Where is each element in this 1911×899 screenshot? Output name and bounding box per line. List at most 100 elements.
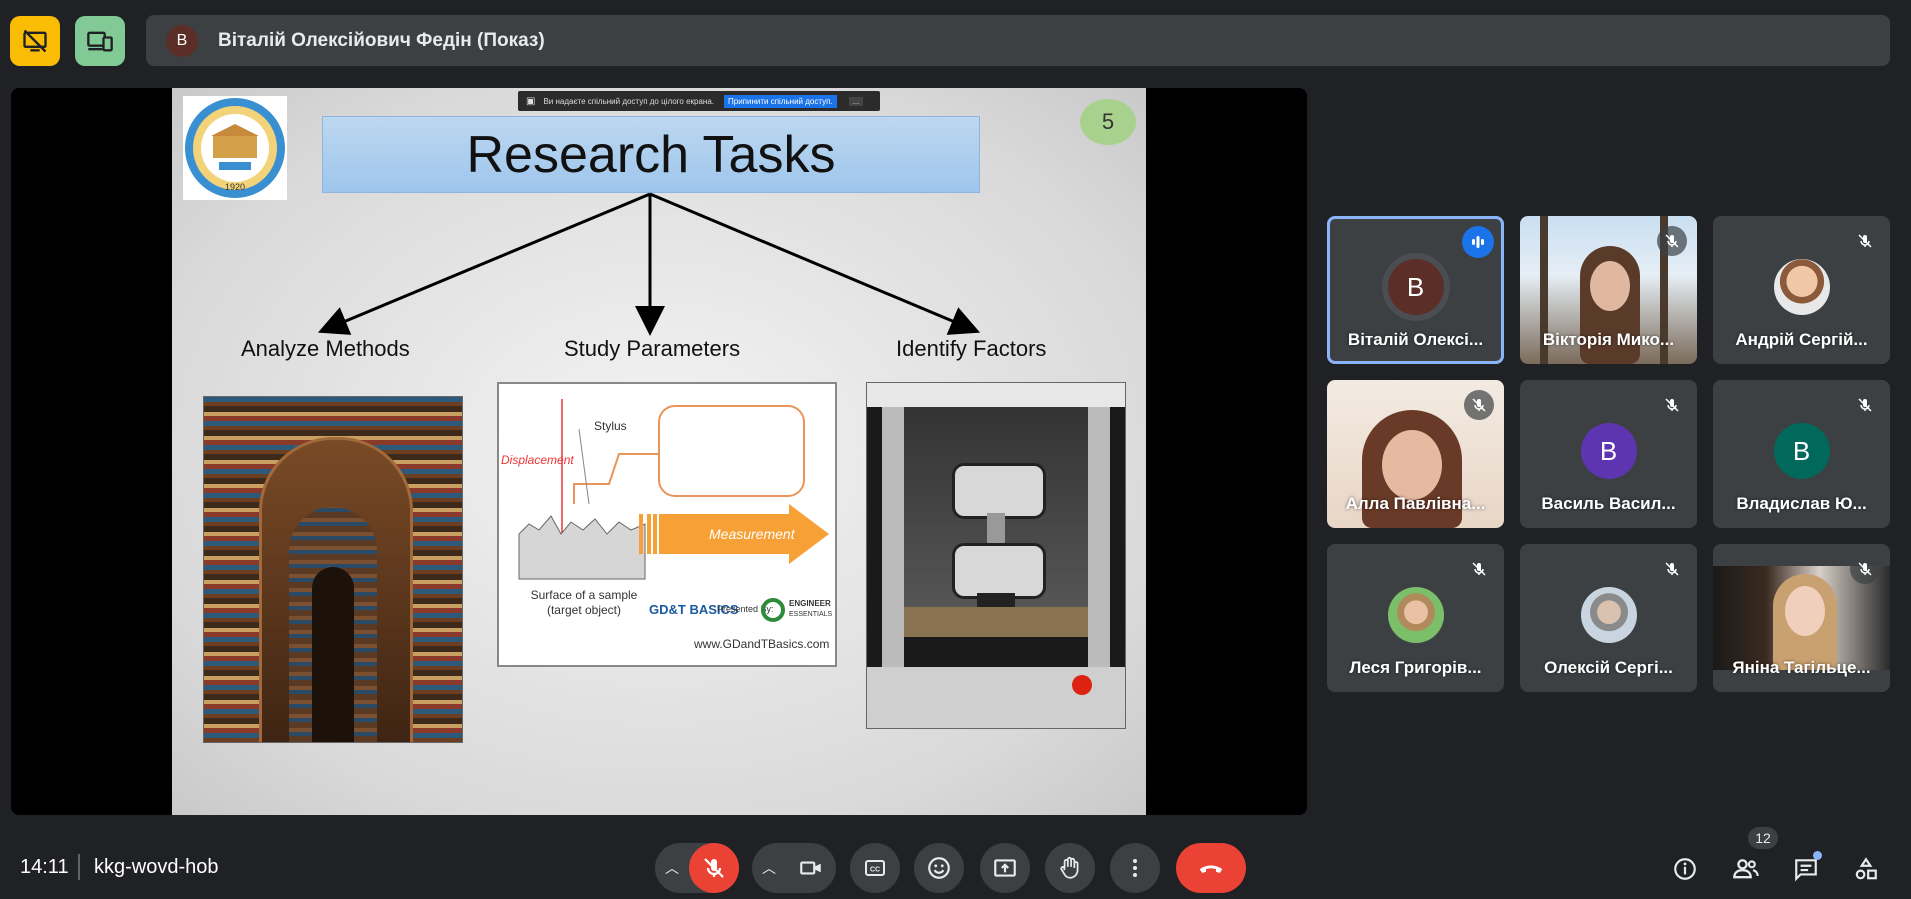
chat-icon <box>1795 859 1817 882</box>
chevron-up-icon: ︿ <box>665 860 679 876</box>
avatar: В <box>1773 423 1830 479</box>
video-options-button[interactable]: ︿ <box>752 858 786 878</box>
svg-text:CC: CC <box>870 867 880 874</box>
url-label: www.GDandTBasics.com <box>693 637 829 651</box>
participant-name: Василь Васил... <box>1541 494 1676 513</box>
muted-indicator <box>1657 390 1687 420</box>
participant-tile[interactable]: Яніна Тагільце... <box>1713 544 1890 692</box>
raise-hand-button[interactable] <box>1045 843 1095 893</box>
emoji-icon <box>928 857 950 879</box>
mic-off-icon <box>1665 234 1679 248</box>
mic-control-group: ︿ <box>655 843 739 893</box>
people-button[interactable] <box>1728 851 1764 887</box>
participant-name: Віталій Олексі... <box>1347 330 1484 349</box>
muted-indicator <box>1657 226 1687 256</box>
meeting-time: 14:11 <box>20 856 69 878</box>
more-vert-icon <box>1133 859 1137 877</box>
camera-toggle-button[interactable] <box>786 855 836 881</box>
avatar: В <box>1387 259 1444 315</box>
presenter-avatar: В <box>166 24 198 57</box>
participant-tile[interactable]: Андрій Сергій... <box>1713 216 1890 364</box>
hand-icon <box>1060 856 1079 879</box>
participant-tile[interactable]: Олексій Сергі... <box>1520 544 1697 692</box>
avatar: В <box>1580 423 1637 479</box>
avatar <box>1387 587 1444 643</box>
present-screen-icon <box>994 859 1016 877</box>
participant-tile[interactable]: Вікторія Мико... <box>1520 216 1697 364</box>
shared-slide: 1920 ▣ Ви надаєте спільний доступ до ціл… <box>172 88 1146 815</box>
surface-label-2: (target object) <box>547 603 621 617</box>
avatar <box>1580 587 1637 643</box>
participant-name: Алла Павлівна... <box>1345 494 1486 513</box>
surface-label-1: Surface of a sample <box>531 588 638 602</box>
chat-button[interactable] <box>1788 851 1824 887</box>
shapes-icon <box>1855 857 1877 880</box>
audio-options-button[interactable]: ︿ <box>655 858 689 878</box>
avatar <box>1773 259 1830 315</box>
devices-icon <box>87 31 113 52</box>
stylus-diagram: Stylus Displacement Measurement Surface … <box>497 382 837 667</box>
stylus-label: Stylus <box>594 419 627 433</box>
participant-name: Олексій Сергі... <box>1544 658 1673 677</box>
mic-off-icon <box>1472 398 1486 412</box>
activities-button[interactable] <box>1848 851 1884 887</box>
more-options-button[interactable] <box>1110 843 1160 893</box>
present-button[interactable] <box>980 843 1030 893</box>
participant-tile[interactable]: В Василь Васил... <box>1520 380 1697 528</box>
camera-control-group: ︿ <box>752 843 836 893</box>
mic-off-icon <box>1472 562 1486 576</box>
participants-count-badge: 12 <box>1748 827 1778 849</box>
mic-off-icon <box>1858 234 1872 248</box>
task-analyze-methods: Analyze Methods <box>241 336 410 361</box>
stop-presenting-button[interactable] <box>10 16 60 66</box>
testing-machine-image <box>866 382 1126 729</box>
library-image <box>203 396 463 743</box>
muted-indicator <box>1464 390 1494 420</box>
engineer-label: ENGINEER <box>789 599 831 608</box>
participant-name: Андрій Сергій... <box>1735 330 1868 349</box>
presenter-bar: В Віталій Олексійович Федін (Показ) <box>146 15 1890 66</box>
audio-bars-icon <box>1472 236 1484 248</box>
task-arrows <box>317 192 981 336</box>
info-icon <box>1674 858 1696 880</box>
mic-off-icon <box>1665 398 1679 412</box>
mic-off-icon <box>1858 562 1872 576</box>
chevron-up-icon: ︿ <box>762 860 776 876</box>
mic-off-icon <box>1665 562 1679 576</box>
mic-toggle-button[interactable] <box>689 843 739 893</box>
captions-button[interactable]: CC <box>850 843 900 893</box>
present-off-icon <box>23 29 47 53</box>
speaking-indicator <box>1462 226 1494 258</box>
mic-off-icon <box>1858 398 1872 412</box>
muted-indicator <box>1657 554 1687 584</box>
participant-name: Владислав Ю... <box>1736 494 1867 513</box>
presentation-stage[interactable]: 1920 ▣ Ви надаєте спільний доступ до ціл… <box>11 88 1307 815</box>
camera-icon <box>800 861 821 875</box>
muted-indicator <box>1850 390 1880 420</box>
muted-indicator <box>1464 554 1494 584</box>
essentials-label: ESSENTIALS <box>789 611 833 618</box>
mic-off-icon <box>704 858 724 878</box>
presenter-title: Віталій Олексійович Федін (Показ) <box>218 29 545 51</box>
closed-captions-icon: CC <box>865 860 885 876</box>
participant-tile[interactable]: Алла Павлівна... <box>1327 380 1504 528</box>
muted-indicator <box>1850 554 1880 584</box>
reactions-button[interactable] <box>914 843 964 893</box>
displacement-label: Displacement <box>501 453 574 467</box>
phone-hangup-icon <box>1199 865 1223 873</box>
participant-tile[interactable]: В Владислав Ю... <box>1713 380 1890 528</box>
muted-indicator <box>1850 226 1880 256</box>
end-call-button[interactable] <box>1176 843 1246 893</box>
people-icon <box>1733 859 1759 879</box>
task-identify-factors: Identify Factors <box>896 336 1047 361</box>
measurement-label: Measurement <box>709 526 796 542</box>
participant-name: Яніна Тагільце... <box>1732 658 1871 677</box>
switch-layout-button[interactable] <box>75 16 125 66</box>
meeting-details-button[interactable] <box>1667 851 1703 887</box>
unread-dot <box>1813 851 1822 860</box>
divider <box>78 854 80 880</box>
participant-tile[interactable]: В Віталій Олексі... <box>1327 216 1504 364</box>
meeting-code: kkg-wovd-hob <box>94 856 219 878</box>
participant-tile[interactable]: Леся Григорів... <box>1327 544 1504 692</box>
participant-name: Леся Григорів... <box>1349 658 1482 677</box>
